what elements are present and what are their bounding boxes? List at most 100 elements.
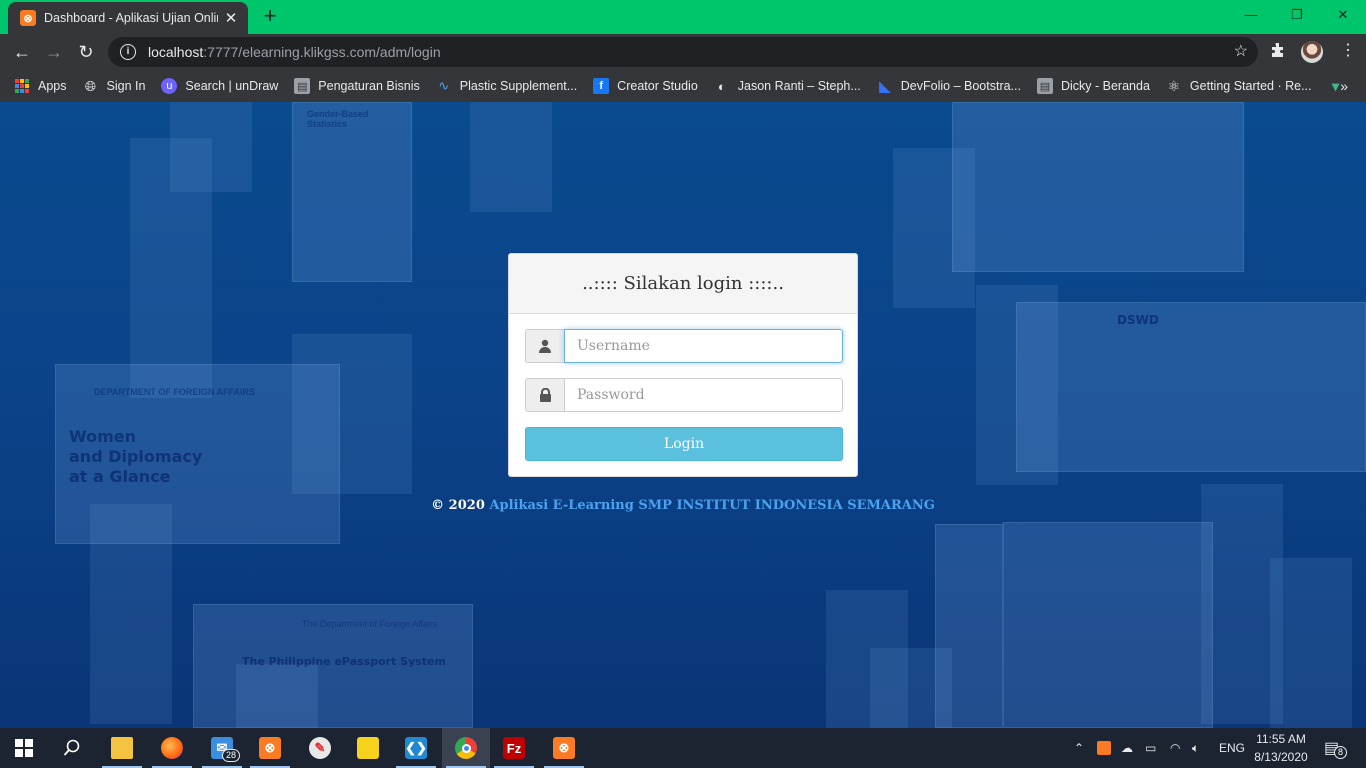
address-bar[interactable]: i localhost:7777/elearning.klikgss.com/a…: [108, 37, 1258, 67]
minimize-button[interactable]: —: [1228, 0, 1274, 30]
firefox-icon: [161, 737, 183, 759]
taskbar-clock[interactable]: 11:55 AM 8/13/2020: [1250, 730, 1312, 766]
username-input[interactable]: [564, 329, 843, 363]
poster-title: DSWD: [1117, 313, 1159, 327]
bg-tile: [170, 102, 252, 192]
bookmark-undraw[interactable]: u Search | unDraw: [161, 78, 278, 94]
vscode-icon: ❮❯: [405, 737, 427, 759]
language-indicator[interactable]: ENG: [1219, 728, 1245, 768]
bookmark-plastic-supplement[interactable]: ∿ Plastic Supplement...: [436, 78, 577, 94]
start-button[interactable]: [0, 728, 48, 768]
windows-logo-icon: [15, 739, 33, 757]
lock-icon: [525, 378, 564, 412]
browser-titlebar: ⊗ Dashboard - Aplikasi Ujian Online ✕ + …: [0, 0, 1366, 34]
battery-icon[interactable]: ▭: [1145, 728, 1156, 768]
bookmark-dicky-beranda[interactable]: ▤ Dicky - Beranda: [1036, 78, 1150, 94]
poster-title: The Philippine ePassport System: [242, 655, 446, 668]
bookmark-label: Plastic Supplement...: [459, 79, 578, 93]
more-bookmarks-icon[interactable]: »: [1340, 78, 1348, 94]
folder-icon: [111, 737, 133, 759]
bookmark-label: Creator Studio: [617, 79, 698, 93]
password-input[interactable]: [564, 378, 843, 412]
browser-tab-active[interactable]: ⊗ Dashboard - Aplikasi Ujian Online ✕: [8, 2, 248, 34]
mail-badge: 28: [221, 749, 240, 762]
bookmark-pengaturan-bisnis[interactable]: ▤ Pengaturan Bisnis: [294, 78, 420, 94]
poster-header: DEPARTMENT OF FOREIGN AFFAIRS: [94, 387, 255, 397]
back-arrow-icon[interactable]: ←: [8, 38, 36, 66]
page-footer: © 2020 Aplikasi E-Learning SMP INSTITUT …: [0, 498, 1366, 513]
taskbar-filezilla[interactable]: Fz: [490, 728, 538, 768]
tab-close-icon[interactable]: ✕: [222, 9, 240, 27]
tray-chevron-icon[interactable]: ⌃: [1074, 728, 1084, 768]
bg-poster-epassport: The Department of Foreign Affairs The Ph…: [193, 604, 473, 728]
onedrive-cloud-icon[interactable]: ☁: [1121, 728, 1133, 768]
bookmark-label: Apps: [38, 79, 67, 93]
xampp-favicon-icon: ⊗: [20, 10, 36, 26]
bookmark-devfolio[interactable]: ◣ DevFolio – Bootstra...: [877, 78, 1021, 94]
wifi-icon[interactable]: ◠: [1170, 728, 1180, 768]
bg-poster-women-diplomacy: DEPARTMENT OF FOREIGN AFFAIRS Women and …: [55, 364, 340, 544]
bookmark-jason-ranti[interactable]: ◐ Jason Ranti – Steph...: [714, 78, 861, 94]
bookmark-getting-started[interactable]: ⚛ Getting Started · Re...: [1166, 78, 1312, 94]
sticky-notes-icon: [357, 737, 379, 759]
login-panel: ..:::: Silakan login ::::.. Login: [508, 253, 858, 477]
taskbar-firefox[interactable]: [148, 728, 196, 768]
bg-poster-statistics: Gender-Based Statistics: [292, 102, 412, 282]
url-path: :7777/elearning.klikgss.com/adm/login: [203, 44, 441, 60]
filezilla-icon: Fz: [503, 737, 525, 759]
taskbar-file-explorer[interactable]: [98, 728, 146, 768]
taskbar-sticky-notes[interactable]: [344, 728, 392, 768]
new-tab-button[interactable]: +: [258, 4, 282, 28]
bookmark-sign-in[interactable]: 🌐︎ Sign In: [83, 78, 146, 94]
devfolio-icon: ◣: [879, 77, 891, 94]
react-icon: ⚛: [1167, 77, 1181, 94]
site-info-icon[interactable]: i: [120, 44, 136, 60]
bookmark-label: Dicky - Beranda: [1060, 79, 1150, 93]
taskbar-paint[interactable]: ✎: [296, 728, 344, 768]
xampp-icon: ⊗: [259, 737, 281, 759]
login-page: Gender-Based Statistics DEPARTMENT OF FO…: [0, 102, 1366, 728]
bookmark-star-icon[interactable]: ☆: [1234, 41, 1248, 61]
clock-date: 8/13/2020: [1254, 750, 1308, 764]
taskbar-xampp[interactable]: ⊗: [246, 728, 294, 768]
username-field: [525, 329, 843, 363]
apps-grid-icon: [14, 78, 30, 94]
chrome-icon: [455, 737, 477, 759]
copyright-text: © 2020: [431, 498, 485, 513]
wave-icon: ∿: [438, 78, 450, 93]
page-icon: ▤: [1036, 78, 1053, 94]
poster-header: The Department of Foreign Affairs: [302, 619, 438, 629]
notifications-icon[interactable]: ▤ 8: [1324, 728, 1348, 768]
poster-title: Women and Diplomacy at a Glance: [69, 427, 203, 486]
volume-icon[interactable]: 🔈︎: [1192, 728, 1199, 768]
login-button[interactable]: Login: [525, 427, 843, 461]
taskbar-vscode[interactable]: ❮❯: [392, 728, 440, 768]
bookmark-label: Getting Started · Re...: [1189, 79, 1312, 93]
bookmark-label: Sign In: [106, 79, 146, 93]
tab-title: Dashboard - Aplikasi Ujian Online: [44, 11, 218, 25]
tray-xampp-icon[interactable]: [1097, 728, 1111, 768]
bookmark-creator-studio[interactable]: f Creator Studio: [593, 78, 698, 94]
search-button[interactable]: [48, 728, 96, 768]
notification-badge: 8: [1334, 746, 1348, 759]
extensions-puzzle-icon[interactable]: [1270, 42, 1286, 62]
undraw-icon: u: [161, 78, 178, 94]
reload-icon[interactable]: ↻: [72, 38, 100, 66]
search-icon: [63, 739, 80, 756]
restore-button[interactable]: ❐: [1274, 0, 1320, 30]
url-host: localhost: [148, 44, 204, 60]
clock-time: 11:55 AM: [1256, 732, 1306, 746]
taskbar-mail[interactable]: ✉ 28: [198, 728, 246, 768]
close-window-button[interactable]: ✕: [1320, 0, 1366, 30]
taskbar-xampp-control[interactable]: ⊗: [540, 728, 588, 768]
login-heading: ..:::: Silakan login ::::..: [509, 254, 857, 314]
app-name-link[interactable]: Aplikasi E-Learning SMP INSTITUT INDONES…: [489, 498, 934, 513]
music-icon: ◐: [717, 78, 726, 94]
taskbar-chrome[interactable]: [442, 728, 490, 768]
profile-avatar[interactable]: [1301, 41, 1323, 63]
windows-taskbar: ✉ 28 ⊗ ✎ ❮❯ Fz ⊗ ⌃ ☁ ▭ ◠ 🔈︎ ENG 11:55 AM…: [0, 728, 1366, 768]
bookmark-label: Pengaturan Bisnis: [318, 79, 420, 93]
kebab-menu-icon[interactable]: ⋮: [1340, 40, 1356, 60]
forward-arrow-icon[interactable]: →: [40, 38, 68, 66]
bookmark-apps[interactable]: Apps: [14, 78, 67, 94]
